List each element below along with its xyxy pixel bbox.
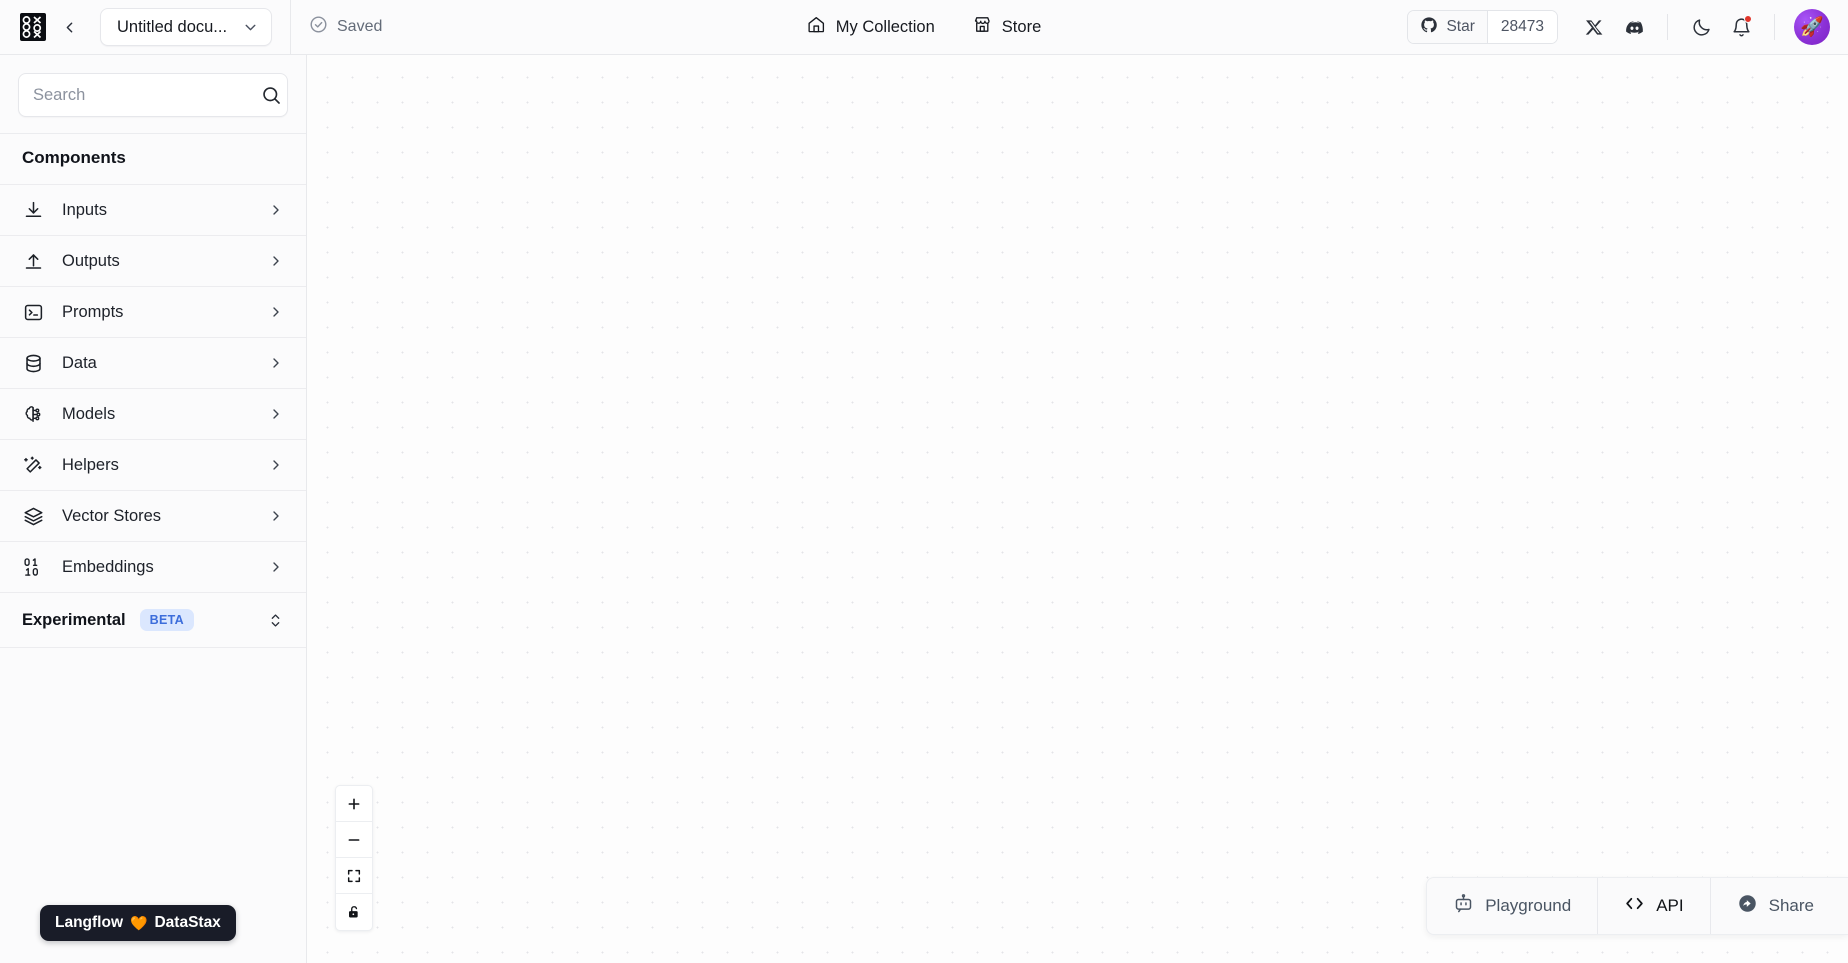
sidebar-item-vector-stores[interactable]: Vector Stores: [0, 490, 306, 541]
sidebar-item-label: Prompts: [62, 302, 124, 321]
experimental-label: Experimental: [22, 610, 126, 629]
document-title: Untitled docu...: [117, 17, 228, 36]
theme-toggle-button[interactable]: [1681, 7, 1721, 47]
nav-my-collection-label: My Collection: [835, 17, 935, 36]
notifications-button[interactable]: [1721, 7, 1761, 47]
chevron-right-icon: [268, 457, 284, 473]
chevron-right-icon: [268, 406, 284, 422]
avatar-emoji: 🚀: [1800, 16, 1824, 38]
langflow-datastax-badge[interactable]: Langflow 🧡 DataStax: [40, 905, 236, 941]
langflow-logo-icon[interactable]: [16, 10, 50, 44]
magic-wand-icon: [22, 455, 44, 476]
chevron-right-icon: [268, 508, 284, 524]
canvas-zoom-controls: [335, 785, 373, 931]
category-list: Inputs Outputs Prompts Data Models Helpe…: [0, 184, 306, 592]
api-label: API: [1656, 896, 1684, 915]
terminal-icon: [22, 302, 44, 323]
sidebar-item-label: Vector Stores: [62, 506, 162, 525]
beta-badge: BETA: [139, 609, 194, 631]
sidebar-item-label: Embeddings: [62, 557, 154, 576]
chevron-right-icon: [268, 202, 284, 218]
avatar[interactable]: 🚀: [1794, 9, 1830, 45]
api-button[interactable]: API: [1598, 878, 1711, 934]
sidebar-item-outputs[interactable]: Outputs: [0, 235, 306, 286]
x-twitter-icon[interactable]: [1574, 7, 1614, 47]
sidebar-item-embeddings[interactable]: Embeddings: [0, 541, 306, 592]
share-icon: [1737, 893, 1758, 919]
home-icon: [807, 15, 826, 39]
github-star-count[interactable]: 28473: [1486, 11, 1557, 43]
share-label: Share: [1768, 896, 1814, 915]
save-status-label: Saved: [337, 18, 383, 35]
langflow-badge-left-text: Langflow: [55, 914, 124, 931]
database-icon: [22, 353, 44, 374]
app-header: Untitled docu... Saved My Collection Sto…: [0, 0, 1848, 55]
sidebar-item-label: Inputs: [62, 200, 107, 219]
sidebar-item-prompts[interactable]: Prompts: [0, 286, 306, 337]
langflow-app: Untitled docu... Saved My Collection Sto…: [0, 0, 1848, 963]
header-nav: My Collection Store: [793, 7, 1055, 47]
fit-view-button[interactable]: [336, 858, 372, 894]
header-divider-2: [1667, 14, 1668, 40]
chevron-down-icon: [242, 19, 259, 36]
document-title-select[interactable]: Untitled docu...: [100, 8, 272, 46]
sidebar-item-data[interactable]: Data: [0, 337, 306, 388]
flow-canvas[interactable]: Playground API Share: [307, 55, 1848, 963]
check-circle-icon: [309, 15, 328, 39]
chevron-right-icon: [268, 559, 284, 575]
download-icon: [22, 200, 44, 221]
sidebar-item-helpers[interactable]: Helpers: [0, 439, 306, 490]
sidebar-item-label: Helpers: [62, 455, 119, 474]
playground-label: Playground: [1485, 896, 1572, 915]
sidebar-item-inputs[interactable]: Inputs: [0, 184, 306, 235]
save-status: Saved: [291, 15, 400, 39]
layers-icon: [22, 506, 44, 527]
chevron-right-icon: [268, 304, 284, 320]
components-sidebar: Components Inputs: [0, 55, 307, 963]
nav-store-label: Store: [1001, 17, 1042, 36]
share-button[interactable]: Share: [1711, 878, 1848, 934]
upload-icon: [22, 251, 44, 272]
code-icon: [1624, 893, 1645, 919]
canvas-actions-bar: Playground API Share: [1426, 877, 1848, 935]
zoom-in-button[interactable]: [336, 786, 372, 822]
github-star-left[interactable]: Star: [1408, 11, 1487, 43]
header-left-group: Untitled docu...: [0, 8, 272, 46]
chevron-right-icon: [268, 355, 284, 371]
components-section-title: Components: [0, 133, 306, 184]
sidebar-item-models[interactable]: Models: [0, 388, 306, 439]
header-divider-3: [1774, 14, 1775, 40]
search-input[interactable]: [33, 85, 253, 105]
sidebar-item-experimental[interactable]: Experimental BETA: [0, 592, 306, 648]
discord-icon[interactable]: [1614, 7, 1654, 47]
header-right-group: Star 28473 🚀: [1407, 0, 1848, 55]
playground-button[interactable]: Playground: [1427, 878, 1599, 934]
notification-unread-dot: [1744, 15, 1752, 23]
store-icon: [973, 15, 992, 39]
github-icon: [1420, 16, 1438, 39]
heart-icon: 🧡: [130, 914, 148, 931]
github-star-label: Star: [1446, 18, 1475, 35]
search-icon[interactable]: [261, 85, 282, 106]
search-container: [0, 55, 306, 133]
sidebar-item-label: Models: [62, 404, 116, 423]
langflow-badge-right-text: DataStax: [154, 914, 221, 931]
app-body: Components Inputs: [0, 55, 1848, 963]
chevron-right-icon: [268, 253, 284, 269]
lock-toggle-button[interactable]: [336, 894, 372, 930]
nav-store[interactable]: Store: [959, 7, 1055, 47]
search-box[interactable]: [18, 73, 288, 117]
github-star-button[interactable]: Star 28473: [1407, 10, 1558, 44]
binary-icon: [22, 556, 44, 578]
back-button[interactable]: [54, 12, 84, 42]
sidebar-item-label: Data: [62, 353, 97, 372]
bot-icon: [1453, 893, 1474, 919]
sidebar-item-label: Outputs: [62, 251, 120, 270]
chevrons-up-down-icon: [267, 612, 284, 629]
brain-circuit-icon: [22, 404, 44, 425]
zoom-out-button[interactable]: [336, 822, 372, 858]
nav-my-collection[interactable]: My Collection: [793, 7, 949, 47]
